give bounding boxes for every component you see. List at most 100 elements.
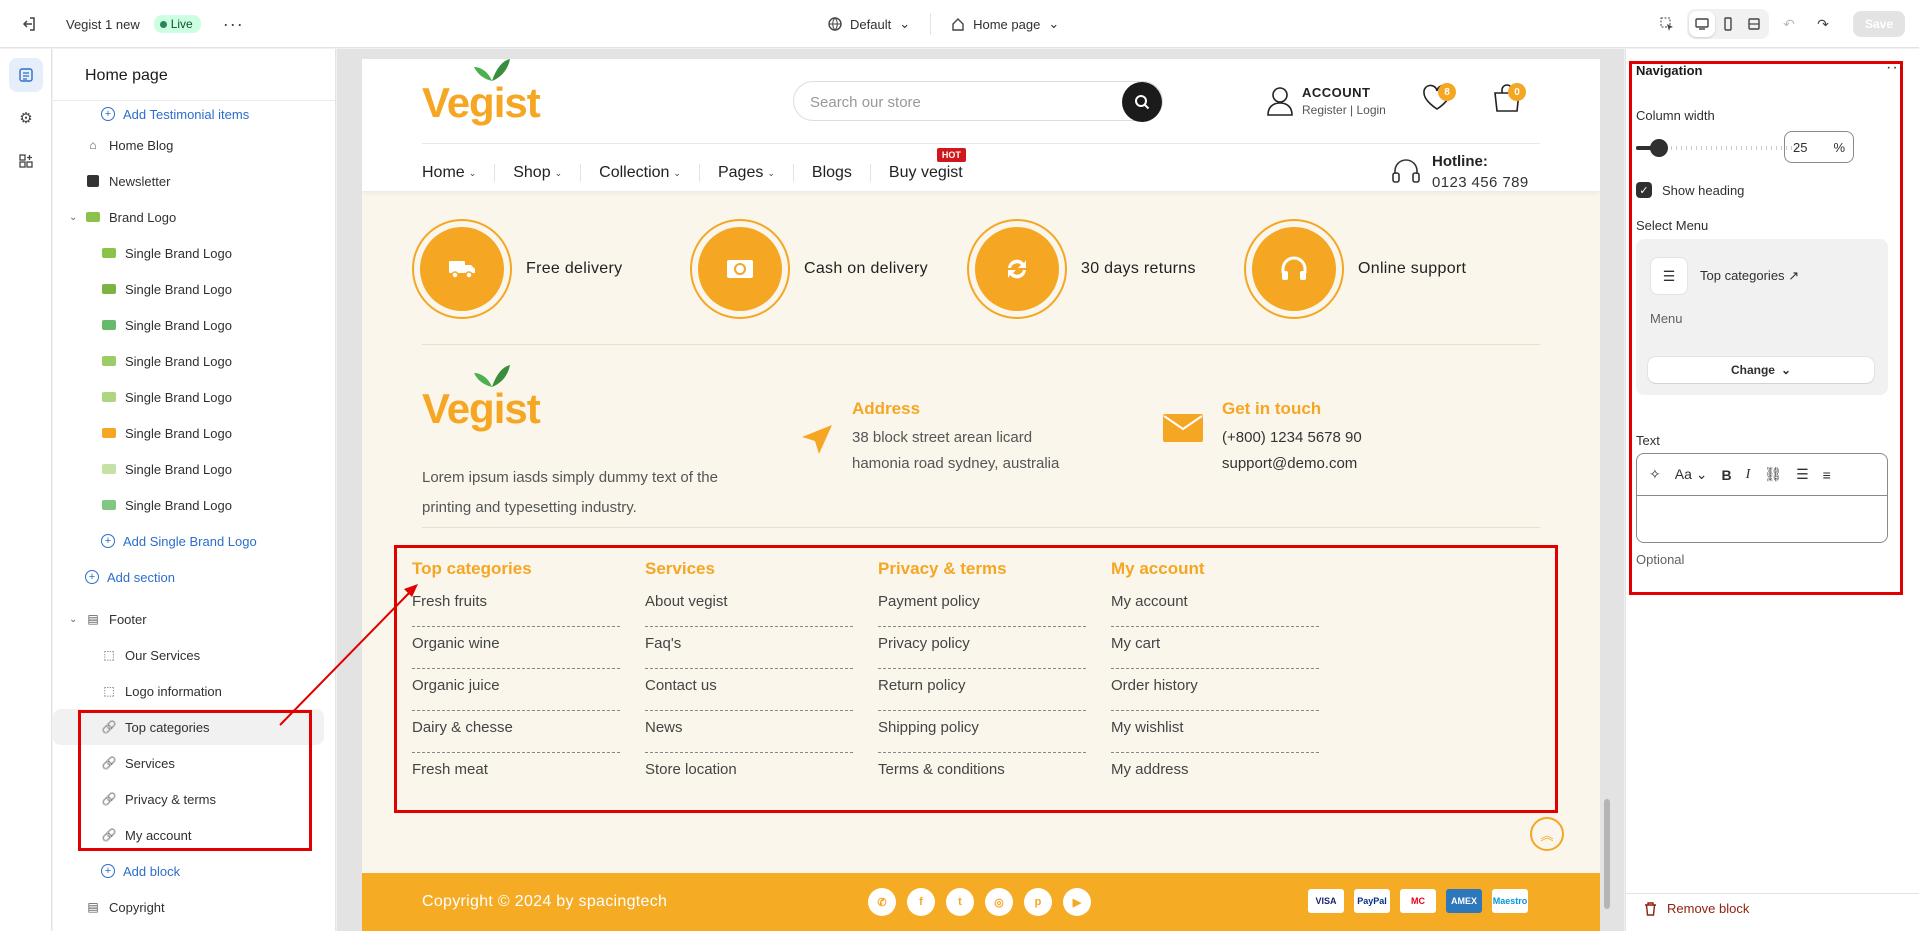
scroll-thumb[interactable] — [1604, 799, 1610, 909]
nav-item-buy-vegist[interactable]: Buy vegist HOT — [869, 148, 981, 182]
footer-link[interactable]: Organic juice — [412, 669, 620, 711]
text-size-icon[interactable]: Aa ⌄ — [1675, 466, 1708, 483]
sections-icon[interactable] — [9, 58, 43, 92]
section-divider — [422, 527, 1540, 528]
nav-item-home[interactable]: Home ⌄ — [422, 164, 494, 182]
more-actions-button[interactable]: ··· — [223, 14, 244, 35]
sidebar-item-single-brand-logo[interactable]: Single Brand Logo — [53, 307, 335, 343]
sidebar-item-copyright[interactable]: ▤ Copyright — [53, 889, 335, 925]
select-menu-label: Select Menu — [1636, 218, 1709, 233]
more-options-icon[interactable]: ··· — [1886, 59, 1905, 77]
footer-logo: Vegist — [422, 365, 541, 433]
sidebar-item-add-single-brand-logo[interactable]: + Add Single Brand Logo — [53, 523, 335, 559]
undo-icon[interactable]: ↶ — [1775, 10, 1803, 38]
account-link[interactable]: ACCOUNT Register | Login — [1266, 81, 1386, 121]
collapse-chevron-icon[interactable]: ⌄ — [69, 614, 77, 625]
remove-block-button[interactable]: Remove block — [1644, 901, 1749, 916]
sidebar-item-single-brand-logo[interactable]: Single Brand Logo — [53, 379, 335, 415]
footer-link[interactable]: My account — [1111, 585, 1319, 627]
column-width-input[interactable]: 25 % — [1784, 131, 1854, 163]
redo-icon[interactable]: ↷ — [1809, 10, 1837, 38]
footer-link[interactable]: Contact us — [645, 669, 853, 711]
numbered-list-icon[interactable]: ≡ — [1823, 467, 1831, 483]
slider-handle[interactable] — [1650, 139, 1668, 157]
footer-link[interactable]: Fresh meat — [412, 753, 620, 795]
footer-link[interactable]: Fresh fruits — [412, 585, 620, 627]
footer-link[interactable]: My cart — [1111, 627, 1319, 669]
ai-sparkle-icon[interactable]: ✧ — [1649, 466, 1661, 483]
device-select[interactable]: Default ⌄ — [820, 10, 918, 38]
settings-gear-icon[interactable]: ⚙ — [9, 101, 43, 135]
change-menu-button[interactable]: Change ⌄ — [1648, 357, 1874, 383]
sidebar-item-add-section[interactable]: + Add section — [53, 559, 335, 595]
canvas-scrollbar[interactable] — [1601, 49, 1613, 931]
sidebar-item-single-brand-logo[interactable]: Single Brand Logo — [53, 235, 335, 271]
footer-link[interactable]: About vegist — [645, 585, 853, 627]
twitter-icon[interactable]: t — [946, 888, 974, 916]
nav-item-shop[interactable]: Shop ⌄ — [494, 164, 580, 182]
footer-link[interactable]: Payment policy — [878, 585, 1086, 627]
instagram-icon[interactable]: ◎ — [985, 888, 1013, 916]
italic-icon[interactable]: I — [1746, 467, 1751, 483]
sidebar-item-our-services[interactable]: ⬚ Our Services — [53, 637, 335, 673]
footer-link[interactable]: Dairy & chesse — [412, 711, 620, 753]
footer-link[interactable]: Order history — [1111, 669, 1319, 711]
sidebar-item-newsletter[interactable]: Newsletter — [53, 163, 335, 199]
save-button[interactable]: Save — [1852, 11, 1905, 37]
search-input[interactable]: Search our store — [810, 94, 921, 111]
sidebar-item-single-brand-logo[interactable]: Single Brand Logo — [53, 343, 335, 379]
pinterest-icon[interactable]: p — [1024, 888, 1052, 916]
sidebar-item-single-brand-logo[interactable]: Single Brand Logo — [53, 415, 335, 451]
service-free-delivery: Free delivery — [412, 219, 622, 319]
page-select[interactable]: Home page ⌄ — [943, 10, 1067, 38]
link-icon[interactable]: ⛓ — [1764, 466, 1782, 483]
youtube-icon[interactable]: ▶ — [1063, 888, 1091, 916]
footer-link[interactable]: Shipping policy — [878, 711, 1086, 753]
show-heading-checkbox[interactable]: ✓ Show heading — [1636, 182, 1744, 198]
bullet-list-icon[interactable]: ☰ — [1796, 466, 1809, 483]
newsletter-icon — [85, 173, 101, 189]
store-search[interactable]: Search our store — [793, 81, 1163, 122]
login-link[interactable]: Login — [1356, 103, 1385, 117]
column-width-slider[interactable] — [1636, 139, 1801, 157]
register-link[interactable]: Register — [1302, 103, 1347, 117]
collapse-chevron-icon[interactable]: ⌄ — [69, 212, 77, 223]
footer-link[interactable]: My address — [1111, 753, 1319, 795]
nav-item-pages[interactable]: Pages ⌄ — [698, 164, 793, 182]
footer-link[interactable]: News — [645, 711, 853, 753]
nav-item-blogs[interactable]: Blogs — [792, 164, 870, 182]
footer-link[interactable]: Store location — [645, 753, 853, 795]
inspector-icon[interactable] — [1653, 10, 1681, 38]
text-editor[interactable]: ✧ Aa ⌄ B I ⛓ ☰ ≡ — [1636, 453, 1888, 543]
sidebar-item-logo-information[interactable]: ⬚ Logo information — [53, 673, 335, 709]
mobile-icon[interactable] — [1715, 11, 1741, 37]
store-logo[interactable]: Vegist — [422, 59, 541, 127]
sidebar-item-single-brand-logo[interactable]: Single Brand Logo — [53, 271, 335, 307]
footer-link[interactable]: Privacy policy — [878, 627, 1086, 669]
footer-link[interactable]: Return policy — [878, 669, 1086, 711]
footer-link[interactable]: Faq's — [645, 627, 853, 669]
bold-icon[interactable]: B — [1721, 467, 1731, 483]
apps-icon[interactable] — [9, 144, 43, 178]
sidebar-item-home-blog[interactable]: ⌂ Home Blog — [53, 127, 335, 163]
back-to-top-icon[interactable]: ︽ — [1530, 817, 1564, 851]
sidebar-item-brand-logo[interactable]: ⌄ Brand Logo — [53, 199, 335, 235]
nav-item-collection[interactable]: Collection ⌄ — [580, 164, 699, 182]
sidebar-item-single-brand-logo[interactable]: Single Brand Logo — [53, 451, 335, 487]
facebook-icon[interactable]: f — [907, 888, 935, 916]
exit-icon[interactable] — [18, 13, 40, 35]
sidebar-item-add-block[interactable]: + Add block — [53, 853, 335, 889]
sidebar-item-single-brand-logo[interactable]: Single Brand Logo — [53, 487, 335, 523]
whatsapp-icon[interactable]: ✆ — [868, 888, 896, 916]
desktop-icon[interactable] — [1688, 11, 1715, 37]
menu-name-link[interactable]: Top categories ↗ — [1700, 268, 1799, 284]
footer-link[interactable]: My wishlist — [1111, 711, 1319, 753]
sidebar-item-add-testimonial-items[interactable]: + Add Testimonial items — [53, 101, 335, 127]
cart-button[interactable]: 0 — [1490, 81, 1528, 119]
wishlist-button[interactable]: 8 — [1420, 81, 1458, 119]
search-icon[interactable] — [1122, 82, 1162, 122]
footer-link[interactable]: Organic wine — [412, 627, 620, 669]
footer-link[interactable]: Terms & conditions — [878, 753, 1086, 795]
sidebar-item-footer[interactable]: ⌄ ▤ Footer — [53, 601, 335, 637]
fullwidth-icon[interactable] — [1741, 11, 1767, 37]
